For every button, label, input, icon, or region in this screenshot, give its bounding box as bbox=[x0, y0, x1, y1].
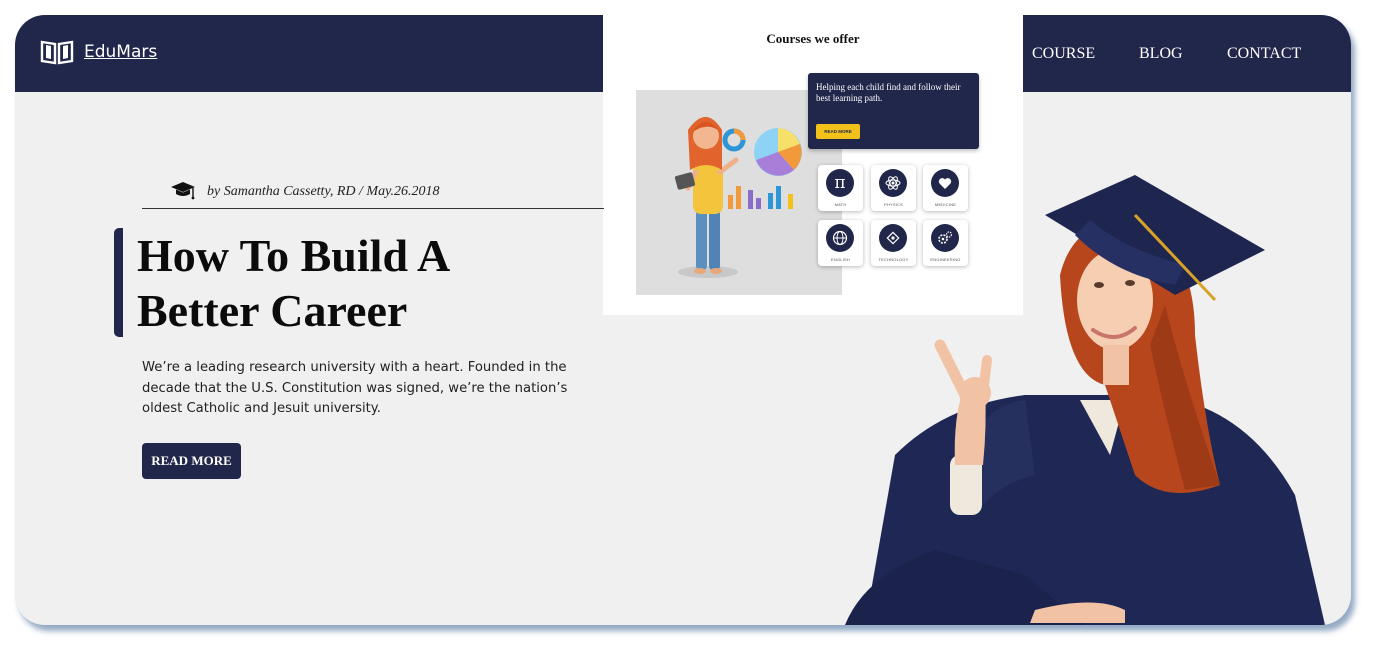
courses-title: Courses we offer bbox=[766, 31, 860, 46]
promo-box: Helping each child find and follow their… bbox=[808, 73, 979, 149]
promo-read-more-button[interactable]: READ MORE bbox=[816, 124, 860, 139]
brand-name[interactable]: EduMars bbox=[84, 42, 157, 62]
graduation-cap-icon bbox=[170, 181, 196, 206]
nav-blog[interactable]: BLOG bbox=[1139, 45, 1183, 63]
hero-description: We’re a leading research university with… bbox=[142, 360, 568, 416]
byline-divider bbox=[142, 208, 604, 209]
post-byline: by Samantha Cassetty, RD / May.26.2018 bbox=[207, 184, 440, 199]
open-book-icon bbox=[40, 39, 74, 65]
hero-title: How To Build A Better Career bbox=[137, 228, 557, 338]
title-accent-bar bbox=[114, 228, 123, 337]
brand-logo[interactable]: EduMars bbox=[40, 39, 157, 65]
promo-text: Helping each child find and follow their… bbox=[816, 82, 961, 103]
read-more-button[interactable]: READ MORE bbox=[142, 443, 241, 479]
nav-contact[interactable]: CONTACT bbox=[1227, 45, 1301, 63]
hero-title-line-2: Better Career bbox=[137, 285, 408, 336]
page-frame: EduMars COURSE BLOG CONTACT Courses we o… bbox=[15, 15, 1351, 625]
graduate-photo bbox=[825, 155, 1325, 625]
nav-course[interactable]: COURSE bbox=[1032, 45, 1095, 63]
hero-title-line-1: How To Build A bbox=[137, 230, 451, 281]
